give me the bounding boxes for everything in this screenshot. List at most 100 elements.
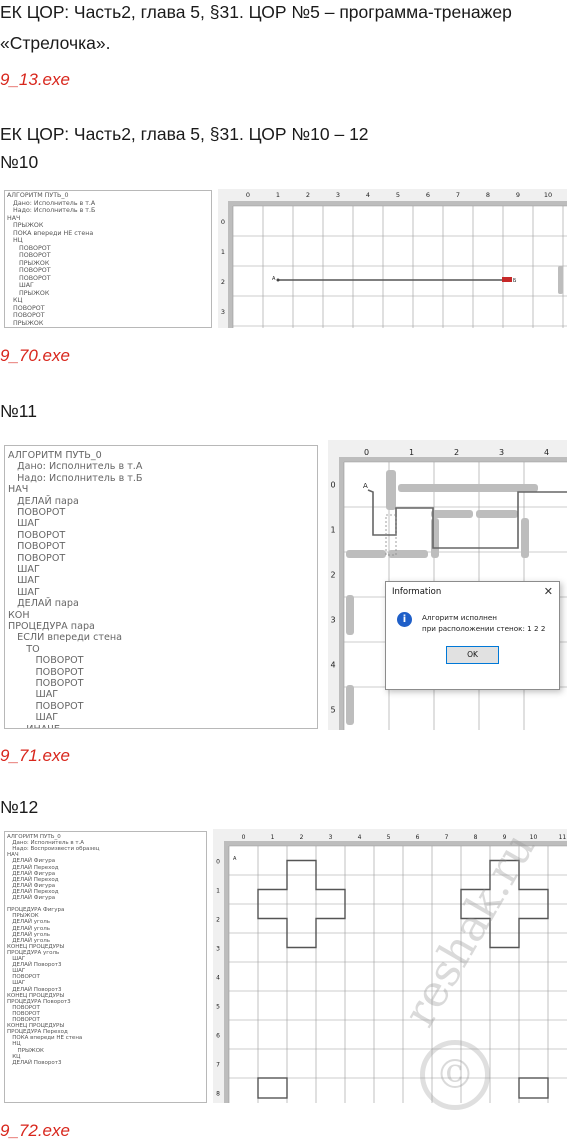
code-line[interactable]: КОН [8,610,317,622]
link-9-72[interactable]: 9_72.exe [0,1121,70,1141]
code-line[interactable]: Дано: Исполнитель в т.А [8,461,317,473]
close-icon[interactable]: ✕ [544,582,553,602]
code-line[interactable]: ШАГ [8,587,317,599]
wall [398,484,538,492]
column-label: 7 [456,191,460,199]
code-line[interactable]: ДЕЛАЙ пара [8,496,317,508]
link-9-71[interactable]: 9_71.exe [0,746,70,766]
row-label: 2 [330,571,335,580]
code-line[interactable]: ПОВОРОТ [7,312,211,320]
column-label: 9 [516,191,520,199]
code-editor-12[interactable]: АЛГОРИТМ ПУТЬ_0 Дано: Исполнитель в т.А … [4,831,207,1103]
column-label: 6 [416,834,420,841]
code-line[interactable]: ПРЫЖОК [7,260,211,268]
column-label: 4 [358,834,362,841]
code-line[interactable]: ПОКА впереди НЕ стена [7,230,211,238]
code-line[interactable]: НАЧ [7,215,211,223]
column-label: 2 [454,448,459,457]
code-line[interactable]: ШАГ [8,575,317,587]
row-label: 4 [330,661,335,670]
code-line[interactable]: Дано: Исполнитель в т.А [7,200,211,208]
label-a: A [233,856,237,862]
code-line[interactable]: ПОВОРОТ [7,245,211,253]
start-point [276,278,280,282]
code-line[interactable]: ПОВОРОТ [7,267,211,275]
code-line[interactable]: АЛГОРИТМ ПУТЬ_0 [7,192,211,200]
code-line[interactable]: ШАГ [8,518,317,530]
column-label: 6 [426,191,430,199]
wall [558,266,563,294]
wall [346,685,354,725]
code-line[interactable]: Надо: Исполнитель в т.Б [8,473,317,485]
code-line[interactable]: ПОВОРОТ [8,530,317,542]
code-line[interactable]: ШАГ [7,282,211,290]
code-line[interactable]: ШАГ [8,712,317,724]
row-label: 3 [216,946,220,953]
code-line[interactable]: ПОВОРОТ [8,553,317,565]
border-wall-left [339,457,344,730]
code-line[interactable]: ДЕЛАЙ пара [8,598,317,610]
link-9-70[interactable]: 9_70.exe [0,346,70,366]
row-label: 8 [216,1091,220,1098]
code-line[interactable]: ДЕЛАЙ Поворот3 [7,1060,206,1066]
column-label: 3 [336,191,340,199]
row-label: 5 [330,706,335,715]
row-label: 3 [221,308,225,316]
row-label: 5 [216,1004,220,1011]
code-line[interactable]: ЕСЛИ впереди стена [8,632,317,644]
row-label: 6 [216,1033,220,1040]
code-line[interactable]: ПОВОРОТ [8,701,317,713]
code-line[interactable]: Надо: Исполнитель в т.Б [7,207,211,215]
code-line[interactable]: ШАГ [8,564,317,576]
link-9-13[interactable]: 9_13.exe [0,70,70,90]
column-label: 5 [387,834,391,841]
code-line[interactable]: ПОВОРОТ [8,541,317,553]
column-label: 1 [409,448,414,457]
column-label: 10 [544,191,552,199]
column-label: 0 [246,191,250,199]
code-line[interactable]: ПОВОРОТ [7,305,211,313]
code-line[interactable]: ШАГ [8,689,317,701]
code-line[interactable]: ПОВОРОТ [8,507,317,519]
code-editor-11[interactable]: АЛГОРИТМ ПУТЬ_0 Дано: Исполнитель в т.А … [4,445,318,729]
code-line[interactable]: ДЕЛАЙ Фигура [7,895,206,901]
code-line[interactable]: ПРЫЖОК [7,222,211,230]
column-label: 0 [364,448,369,457]
code-line[interactable]: ИНАЧЕ [8,724,317,728]
column-label: 5 [396,191,400,199]
row-label: 7 [216,1062,220,1069]
wall [521,518,529,558]
field-area [233,206,567,328]
wall [346,595,354,635]
column-label: 2 [306,191,310,199]
row-label: 0 [216,859,220,866]
code-line[interactable]: ПОВОРОТ [8,655,317,667]
border-wall-left [224,841,229,1103]
column-label: 4 [544,448,549,457]
info-dialog: Information ✕ i Алгоритм исполнен при ра… [385,581,560,690]
code-line[interactable]: ПОВОРОТ [8,678,317,690]
row-label: 4 [216,975,220,982]
code-line[interactable]: ПРЫЖОК [7,320,211,328]
code-editor-10[interactable]: АЛГОРИТМ ПУТЬ_0 Дано: Исполнитель в т.А … [4,190,212,328]
code-line[interactable]: ПРОЦЕДУРА пара [8,621,317,633]
code-line[interactable]: НАЧ [8,484,317,496]
label-b: Б [513,278,517,284]
code-line[interactable]: ПРЫЖОК [7,290,211,298]
wall [431,510,473,518]
code-line[interactable]: ПОВОРОТ [7,252,211,260]
border-wall-top [339,457,567,462]
heading-cor5-cont: «Стрелочка». [0,33,111,53]
wall [388,550,428,558]
row-label: 2 [221,278,225,286]
wall [346,550,386,558]
arrow-executor [502,277,512,282]
code-line[interactable]: ПОВОРОТ [7,275,211,283]
column-label: 3 [329,834,333,841]
code-line[interactable]: НЦ [7,237,211,245]
ok-button[interactable]: OK [446,646,499,664]
code-line[interactable]: КЦ [7,297,211,305]
code-line[interactable]: ТО [8,644,317,656]
code-line[interactable]: АЛГОРИТМ ПУТЬ_0 [8,450,317,462]
code-line[interactable]: ПОВОРОТ [8,667,317,679]
